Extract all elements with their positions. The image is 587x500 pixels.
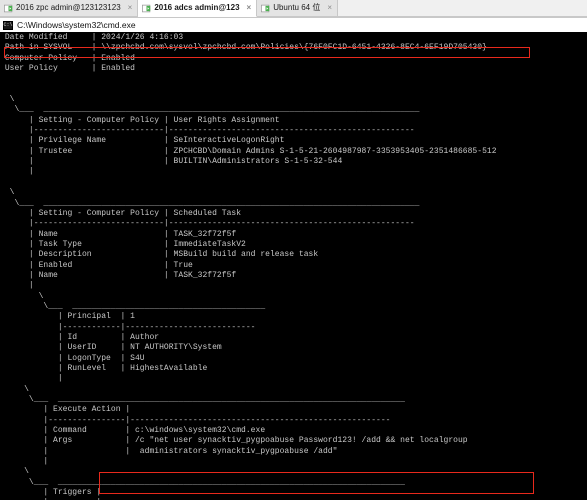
- terminal-line: | Id | Author: [0, 332, 160, 342]
- close-icon[interactable]: ×: [327, 4, 332, 12]
- terminal-line: | Setting - Computer Policy | User Right…: [0, 115, 280, 125]
- terminal-line: | Privilege Name | SeInteractiveLogonRig…: [0, 136, 285, 146]
- terminal-line: \___ ___________________________________…: [0, 301, 266, 311]
- terminal-line: \: [0, 95, 15, 105]
- terminal-line: |: [0, 457, 49, 467]
- terminal-line: | LogonType | S4U: [0, 353, 145, 363]
- terminal-text: Date Modified | 2024/1/26 4:16:03 Path i…: [0, 33, 587, 500]
- terminal-line: |---------------------------|-----------…: [0, 219, 415, 229]
- terminal-line: \: [0, 467, 29, 477]
- terminal-line: |---------------------------|-----------…: [0, 126, 415, 136]
- terminal-line: | RunLevel | HighestAvailable: [0, 364, 208, 373]
- terminal-line: | Name | TASK_32f72f5f: [0, 270, 237, 280]
- terminal-line: |----------------|----------------------…: [0, 415, 391, 425]
- terminal-line: | Triggers |: [0, 488, 102, 498]
- terminal-tab-icon: [142, 4, 151, 12]
- terminal-line: | Args | /c "net user synacktiv_pygpoabu…: [0, 436, 468, 446]
- terminal-line: |: [0, 167, 34, 177]
- terminal-line: \___ ___________________________________…: [0, 198, 420, 208]
- terminal-line: |: [0, 281, 34, 291]
- terminal-line: Path in SYSVOL | \\zpchcbd.com\sysvol\zp…: [0, 43, 487, 53]
- terminal-line: \: [0, 188, 15, 198]
- terminal-line: | Trustee | ZPCHCBD\Domain Admins S-1-5-…: [0, 146, 497, 156]
- terminal-line: | | administrators synacktiv_pygpoabuse …: [0, 446, 338, 456]
- terminal-line: Date Modified | 2024/1/26 4:16:03: [0, 33, 184, 42]
- terminal-line: \: [0, 384, 29, 394]
- close-icon[interactable]: ×: [247, 4, 252, 12]
- page-title: C:\Windows\system32\cmd.exe: [17, 19, 136, 30]
- close-icon[interactable]: ×: [128, 4, 133, 12]
- tab-bar-empty-area: [338, 0, 587, 17]
- terminal-line: \: [0, 291, 44, 301]
- terminal-line: \___ ___________________________________…: [0, 395, 405, 405]
- tab-label: 2016 zpc admin@123123123: [16, 3, 121, 12]
- terminal-output-pane[interactable]: Date Modified | 2024/1/26 4:16:03 Path i…: [0, 32, 587, 500]
- terminal-line: \___ ___________________________________…: [0, 477, 405, 487]
- window-title-bar: C:\ C:\Windows\system32\cmd.exe: [0, 18, 587, 32]
- terminal-line: |: [0, 374, 63, 384]
- browser-tab-bar: 2016 zpc admin@123123123 × 2016 adcs adm…: [0, 0, 587, 18]
- tab-label: Ubuntu 64 位: [273, 3, 321, 12]
- terminal-line: | Principal | 1: [0, 312, 135, 322]
- terminal-line: | Setting - Computer Policy | Scheduled …: [0, 208, 242, 218]
- terminal-tab-icon: [261, 4, 270, 12]
- terminal-line: | Execute Action |: [0, 405, 131, 415]
- terminal-line: |------------|--------------------------…: [0, 322, 256, 332]
- terminal-line: | Name | TASK_32f72f5f: [0, 229, 237, 239]
- terminal-line: \___ ___________________________________…: [0, 105, 420, 115]
- tab-ubuntu-64[interactable]: Ubuntu 64 位 ×: [257, 0, 338, 17]
- terminal-line: User Policy | Enabled: [0, 64, 135, 74]
- cmd-console-icon: C:\: [3, 20, 13, 30]
- terminal-line: | UserID | NT AUTHORITY\System: [0, 343, 222, 353]
- terminal-line: | | BUILTIN\Administrators S-1-5-32-544: [0, 157, 343, 167]
- tab-2016-zpc-admin[interactable]: 2016 zpc admin@123123123 ×: [0, 0, 139, 17]
- tab-2016-adcs-admin[interactable]: 2016 adcs admin@123 ×: [138, 0, 258, 17]
- terminal-line: Computer Policy | Enabled: [0, 53, 135, 63]
- terminal-line: | Command | c:\windows\system32\cmd.exe: [0, 426, 266, 436]
- tab-label: 2016 adcs admin@123: [154, 3, 240, 12]
- terminal-line: | Description | MSBuild build and releas…: [0, 250, 319, 260]
- terminal-line: | Task Type | ImmediateTaskV2: [0, 239, 246, 249]
- terminal-line: | Enabled | True: [0, 260, 193, 270]
- terminal-tab-icon: [4, 4, 13, 12]
